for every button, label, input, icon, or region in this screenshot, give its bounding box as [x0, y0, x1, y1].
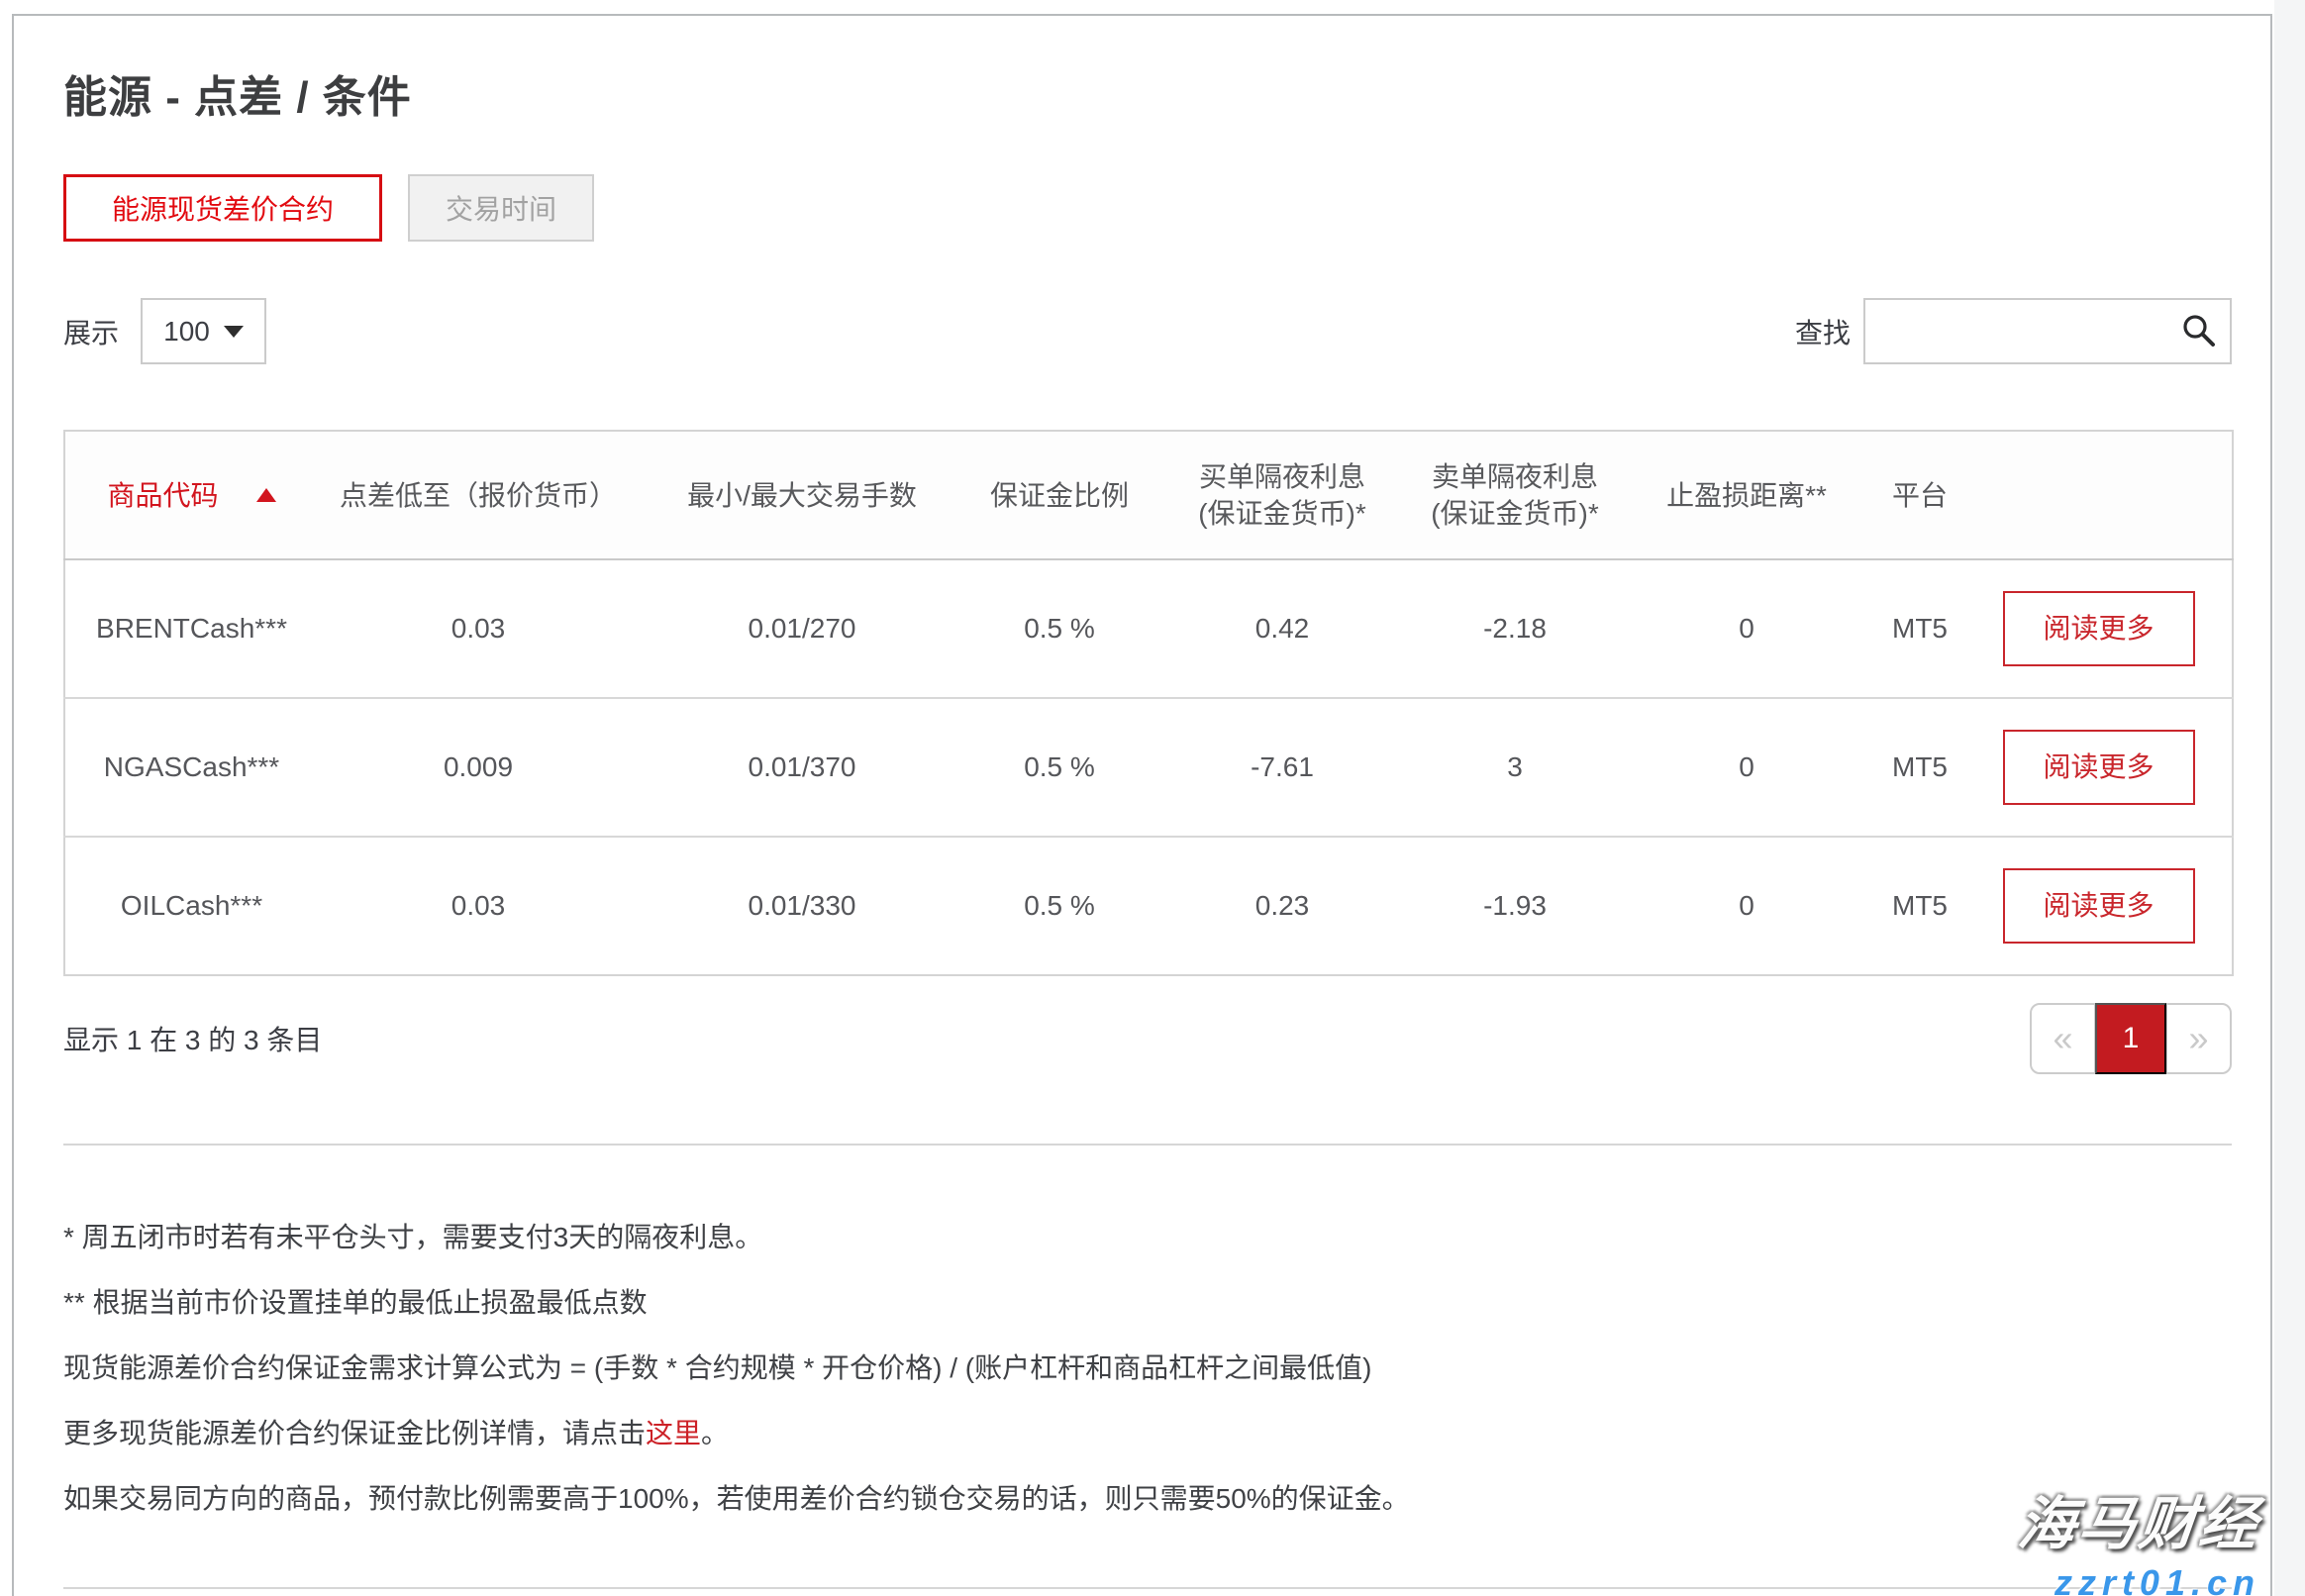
cell-platform: MT5 — [1874, 837, 1965, 975]
pagination: « 1 » — [2030, 1003, 2232, 1074]
cell-platform: MT5 — [1874, 698, 1965, 837]
cell-margin: 0.5 % — [965, 837, 1153, 975]
cell-swap-short: -2.18 — [1411, 559, 1619, 698]
cell-lots: 0.01/370 — [639, 698, 965, 837]
here-link[interactable]: 这里 — [646, 1418, 701, 1448]
footnote-limit-stop: ** 根据当前市价设置挂单的最低止损盈最低点数 — [63, 1288, 2232, 1318]
cell-swap-long: 0.42 — [1153, 559, 1411, 698]
col-limit-stop[interactable]: 止盈损距离** — [1619, 431, 1874, 559]
col-symbol[interactable]: 商品代码 — [64, 431, 318, 559]
pagination-next-button[interactable]: » — [2165, 1003, 2232, 1074]
search-input[interactable] — [1863, 298, 2232, 364]
cell-symbol: OILCash*** — [64, 837, 318, 975]
cell-symbol: BRENTCash*** — [64, 559, 318, 698]
page-size-select[interactable]: 100 — [141, 298, 266, 364]
search-icon[interactable] — [2180, 312, 2218, 349]
cell-symbol: NGASCash*** — [64, 698, 318, 837]
watermark: 海马财经 zzrt01.cn — [2019, 1477, 2260, 1596]
divider — [63, 1587, 2232, 1589]
cell-spread: 0.009 — [318, 698, 639, 837]
search-label: 查找 — [1795, 312, 1851, 351]
instruments-table: 商品代码 点差低至（报价货币） 最小/最大交易手数 保证金比例 买单隔夜利息 (… — [63, 430, 2234, 976]
table-row: NGASCash*** 0.009 0.01/370 0.5 % -7.61 3… — [64, 698, 2233, 837]
col-spread[interactable]: 点差低至（报价货币） — [318, 431, 639, 559]
col-symbol-label: 商品代码 — [107, 477, 218, 514]
cell-margin: 0.5 % — [965, 559, 1153, 698]
entries-summary: 显示 1 在 3 的 3 条目 — [63, 1019, 322, 1058]
tab-bar: 能源现货差价合约 交易时间 — [63, 174, 2232, 242]
cell-platform: MT5 — [1874, 559, 1965, 698]
cell-margin: 0.5 % — [965, 698, 1153, 837]
cell-spread: 0.03 — [318, 837, 639, 975]
footnote-hedged-margin: 如果交易同方向的商品，预付款比例需要高于100%，若使用差价合约锁仓交易的话，则… — [63, 1484, 2232, 1514]
footnote-margin-formula: 现货能源差价合约保证金需求计算公式为 = (手数 * 合约规模 * 开仓价格) … — [63, 1353, 2232, 1383]
page-viewport: 能源 - 点差 / 条件 能源现货差价合约 交易时间 展示 100 查找 — [0, 0, 2305, 1596]
table-row: BRENTCash*** 0.03 0.01/270 0.5 % 0.42 -2… — [64, 559, 2233, 698]
read-more-button[interactable]: 阅读更多 — [2003, 868, 2195, 944]
chevron-down-icon — [224, 326, 244, 338]
col-margin[interactable]: 保证金比例 — [965, 431, 1153, 559]
col-actions — [1965, 431, 2233, 559]
footnotes: * 周五闭市时若有未平仓头寸，需要支付3天的隔夜利息。 ** 根据当前市价设置挂… — [63, 1223, 2232, 1514]
col-swap-short[interactable]: 卖单隔夜利息 (保证金货币)* — [1411, 431, 1619, 559]
cell-swap-long: 0.23 — [1153, 837, 1411, 975]
content-card: 能源 - 点差 / 条件 能源现货差价合约 交易时间 展示 100 查找 — [12, 14, 2272, 1596]
scrollbar-track[interactable] — [2274, 0, 2305, 1596]
read-more-button[interactable]: 阅读更多 — [2003, 591, 2195, 666]
page-size-value: 100 — [163, 316, 210, 348]
col-swap-long[interactable]: 买单隔夜利息 (保证金货币)* — [1153, 431, 1411, 559]
cell-limit-stop: 0 — [1619, 559, 1874, 698]
table-footer: 显示 1 在 3 的 3 条目 « 1 » — [63, 1003, 2232, 1074]
cell-limit-stop: 0 — [1619, 837, 1874, 975]
watermark-logo-text: 海马财经 — [2015, 1477, 2265, 1560]
search-box — [1863, 298, 2232, 364]
cell-lots: 0.01/270 — [639, 559, 965, 698]
cell-action: 阅读更多 — [1965, 559, 2233, 698]
table-row: OILCash*** 0.03 0.01/330 0.5 % 0.23 -1.9… — [64, 837, 2233, 975]
watermark-site-url: zzrt01.cn — [2019, 1562, 2260, 1596]
read-more-button[interactable]: 阅读更多 — [2003, 730, 2195, 805]
sort-ascending-icon — [256, 488, 276, 502]
pagination-prev-button[interactable]: « — [2030, 1003, 2096, 1074]
footnote-swap-3day: * 周五闭市时若有未平仓头寸，需要支付3天的隔夜利息。 — [63, 1223, 2232, 1252]
col-platform[interactable]: 平台 — [1874, 431, 1965, 559]
col-lots[interactable]: 最小/最大交易手数 — [639, 431, 965, 559]
pagination-page-1[interactable]: 1 — [2095, 1003, 2166, 1074]
tab-energy-spot-cfd[interactable]: 能源现货差价合约 — [63, 174, 382, 242]
cell-swap-short: -1.93 — [1411, 837, 1619, 975]
cell-lots: 0.01/330 — [639, 837, 965, 975]
footnote-margin-details: 更多现货能源差价合约保证金比例详情，请点击这里。 — [63, 1419, 2232, 1448]
table-header-row: 商品代码 点差低至（报价货币） 最小/最大交易手数 保证金比例 买单隔夜利息 (… — [64, 431, 2233, 559]
cell-limit-stop: 0 — [1619, 698, 1874, 837]
table-controls: 展示 100 查找 — [63, 298, 2232, 364]
cell-swap-long: -7.61 — [1153, 698, 1411, 837]
cell-action: 阅读更多 — [1965, 698, 2233, 837]
page-title: 能源 - 点差 / 条件 — [63, 61, 2232, 125]
show-entries-label: 展示 — [63, 312, 119, 351]
cell-spread: 0.03 — [318, 559, 639, 698]
tab-trading-hours[interactable]: 交易时间 — [408, 174, 594, 242]
cell-swap-short: 3 — [1411, 698, 1619, 837]
divider — [63, 1144, 2232, 1146]
cell-action: 阅读更多 — [1965, 837, 2233, 975]
